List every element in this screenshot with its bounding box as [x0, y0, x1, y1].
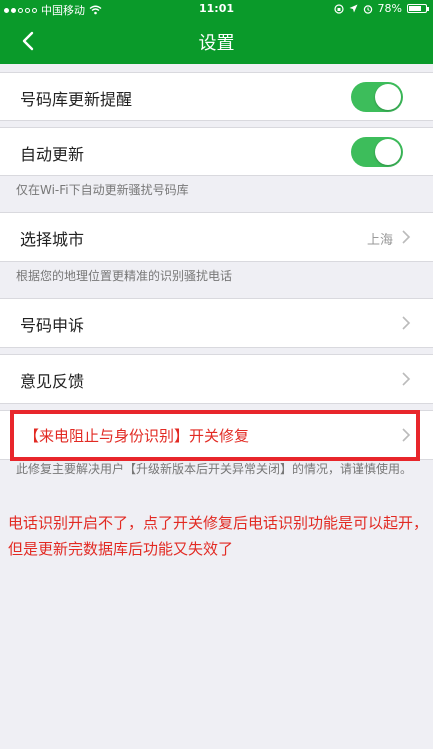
setting-update-reminder: 号码库更新提醒: [0, 72, 433, 121]
battery-percent: 78%: [377, 2, 402, 15]
chevron-right-icon: [402, 316, 411, 330]
chevron-right-icon: [402, 230, 411, 244]
setting-appeal[interactable]: 号码申诉: [0, 298, 433, 348]
highlight-box: [10, 410, 420, 461]
location-icon: [349, 4, 358, 13]
setting-auto-update: 自动更新: [0, 127, 433, 176]
update-reminder-toggle[interactable]: [351, 82, 403, 112]
repair-note: 此修复主要解决用户【升级新版本后开关异常关闭】的情况，请谨慎使用。: [16, 462, 413, 476]
status-right: 78%: [333, 2, 429, 15]
feedback-label: 意见反馈: [20, 372, 85, 391]
page-title: 设置: [198, 33, 235, 54]
setting-feedback[interactable]: 意见反馈: [0, 354, 433, 404]
city-note: 根据您的地理位置更精准的识别骚扰电话: [16, 269, 233, 283]
city-label: 选择城市: [20, 230, 85, 249]
status-bar: 中国移动 11:01 78%: [0, 0, 433, 18]
city-value: 上海: [366, 233, 393, 248]
nav-bar: 设置: [0, 18, 433, 64]
auto-update-label: 自动更新: [20, 145, 85, 164]
alarm-icon: [363, 4, 372, 14]
orientation-lock-icon: [333, 3, 344, 14]
battery-icon: [407, 4, 429, 13]
setting-city[interactable]: 选择城市 上海: [0, 212, 433, 262]
annotation-text: 电话识别开启不了，点了开关修复后电话识别功能是可以起开，但是更新完数据库后功能又…: [8, 514, 429, 558]
auto-update-toggle[interactable]: [351, 137, 403, 167]
auto-update-note: 仅在Wi-Fi下自动更新骚扰号码库: [16, 183, 189, 197]
chevron-right-icon: [402, 372, 411, 386]
update-reminder-label: 号码库更新提醒: [20, 90, 133, 109]
appeal-label: 号码申诉: [20, 316, 85, 335]
